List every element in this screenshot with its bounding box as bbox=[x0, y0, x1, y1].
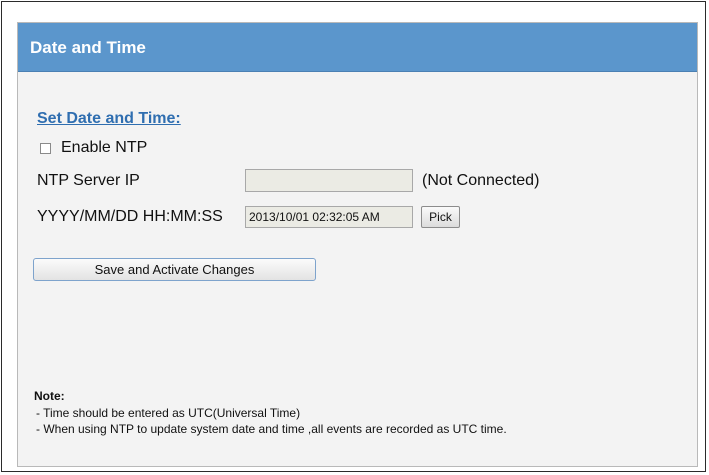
enable-ntp-checkbox[interactable] bbox=[40, 142, 51, 154]
ntp-server-ip-input[interactable] bbox=[245, 169, 413, 192]
note-line: - When using NTP to update system date a… bbox=[36, 422, 507, 436]
pick-button[interactable]: Pick bbox=[421, 206, 460, 228]
save-activate-button[interactable]: Save and Activate Changes bbox=[33, 258, 316, 281]
note-title: Note: bbox=[34, 389, 65, 403]
section-title: Set Date and Time: bbox=[37, 110, 181, 127]
panel-header: Date and Time bbox=[18, 23, 697, 72]
connection-status: (Not Connected) bbox=[422, 172, 540, 189]
datetime-label: YYYY/MM/DD HH:MM:SS bbox=[37, 208, 223, 225]
window-frame: Date and Time Set Date and Time: Enable … bbox=[1, 1, 706, 472]
enable-ntp-row: Enable NTP bbox=[40, 139, 147, 157]
note-line: - Time should be entered as UTC(Universa… bbox=[36, 406, 301, 420]
datetime-input[interactable]: 2013/10/01 02:32:05 AM bbox=[245, 206, 413, 228]
page-title: Date and Time bbox=[30, 38, 146, 57]
enable-ntp-label: Enable NTP bbox=[61, 139, 148, 156]
ntp-server-ip-label: NTP Server IP bbox=[37, 172, 140, 189]
date-time-panel: Date and Time Set Date and Time: Enable … bbox=[17, 22, 698, 467]
